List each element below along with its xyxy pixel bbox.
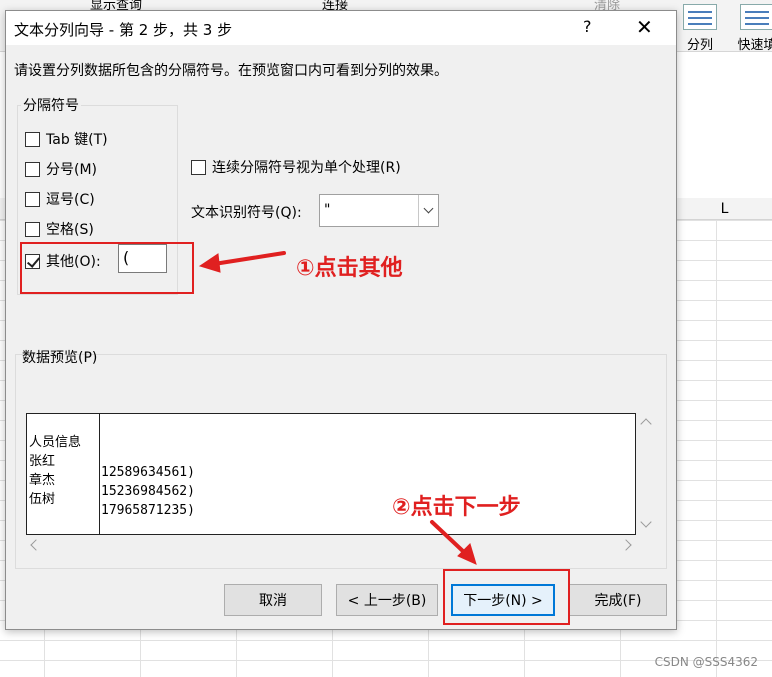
checkbox-label: 逗号(C) [46, 192, 95, 208]
data-preview[interactable]: 人员信息 张红 12589634561) 章杰 15236984562) 伍树 … [26, 413, 636, 535]
back-button[interactable]: < 上一步(B) [336, 584, 438, 616]
checkbox-label: 空格(S) [46, 222, 94, 238]
preview-row: 人员信息 [29, 416, 81, 450]
checkbox-box[interactable] [25, 131, 40, 147]
delimiters-legend: 分隔符号 [21, 95, 81, 115]
checkbox-semicolon[interactable]: 分号(M) [25, 159, 97, 179]
dialog-titlebar[interactable]: 文本分列向导 - 第 2 步，共 3 步 ? ✕ [6, 11, 676, 45]
help-button[interactable]: ? [583, 17, 592, 36]
scroll-left-icon[interactable] [30, 539, 42, 551]
checkbox-consecutive[interactable]: 连续分隔符号视为单个处理(R) [191, 157, 401, 177]
preview-cell: 17965871235) [101, 503, 195, 518]
cancel-button[interactable]: 取消 [224, 584, 322, 616]
preview-row: 伍树 17965871235) [29, 473, 195, 518]
text-qualifier-select[interactable]: " [319, 194, 439, 227]
checkbox-label: Tab 键(T) [46, 132, 108, 148]
highlight-box-other [20, 242, 194, 294]
flash-fill-label: 快速填 [737, 38, 772, 53]
checkbox-space[interactable]: 空格(S) [25, 219, 94, 239]
text-qualifier-value: " [324, 202, 331, 218]
preview-row: 章杰 15236984562) [29, 454, 195, 499]
highlight-box-next [443, 569, 570, 625]
column-header-L[interactable]: L [676, 198, 772, 220]
text-qualifier-label: 文本识别符号(Q): [191, 205, 302, 221]
dropdown-button[interactable] [418, 195, 438, 226]
checkbox-box[interactable] [25, 221, 40, 237]
flash-fill-icon [740, 4, 772, 30]
dialog-instruction: 请设置分列数据所包含的分隔符号。在预览窗口内可看到分列的效果。 [14, 63, 448, 79]
text-to-columns-dialog: 文本分列向导 - 第 2 步，共 3 步 ? ✕ 请设置分列数据所包含的分隔符号… [5, 10, 677, 630]
preview-horizontal-scrollbar[interactable] [26, 537, 636, 553]
column-divider [99, 414, 100, 534]
scroll-right-icon[interactable] [620, 539, 632, 551]
checkbox-comma[interactable]: 逗号(C) [25, 189, 95, 209]
watermark: CSDN @SSS4362 [654, 655, 758, 669]
flash-fill-button[interactable]: 快速填 [727, 0, 772, 53]
preview-vertical-scrollbar[interactable] [637, 413, 657, 535]
close-button[interactable]: ✕ [636, 15, 653, 39]
annotation-step1: ①点击其他 [296, 256, 403, 281]
checkbox-box[interactable] [191, 159, 206, 175]
annotation-step2: ②点击下一步 [392, 495, 521, 520]
checkbox-label: 连续分隔符号视为单个处理(R) [212, 160, 401, 176]
checkbox-box[interactable] [25, 161, 40, 177]
preview-cell: 伍树 [29, 492, 56, 507]
dialog-title: 文本分列向导 - 第 2 步，共 3 步 [14, 21, 233, 39]
split-columns-icon [683, 4, 717, 30]
preview-row: 张红 12589634561) [29, 435, 195, 480]
scroll-up-icon[interactable] [640, 418, 652, 430]
chevron-down-icon [423, 203, 434, 214]
split-columns-label: 分列 [686, 38, 713, 53]
scroll-down-icon[interactable] [640, 516, 652, 528]
preview-legend: 数据预览(P) [22, 350, 98, 366]
checkbox-label: 分号(M) [46, 162, 98, 178]
checkbox-box[interactable] [25, 191, 40, 207]
finish-button[interactable]: 完成(F) [569, 584, 667, 616]
split-columns-button[interactable]: 分列 [675, 0, 725, 53]
checkbox-tab[interactable]: Tab 键(T) [25, 129, 108, 149]
preview-cell: 15236984562) [101, 484, 195, 499]
preview-cell: 12589634561) [101, 465, 195, 480]
